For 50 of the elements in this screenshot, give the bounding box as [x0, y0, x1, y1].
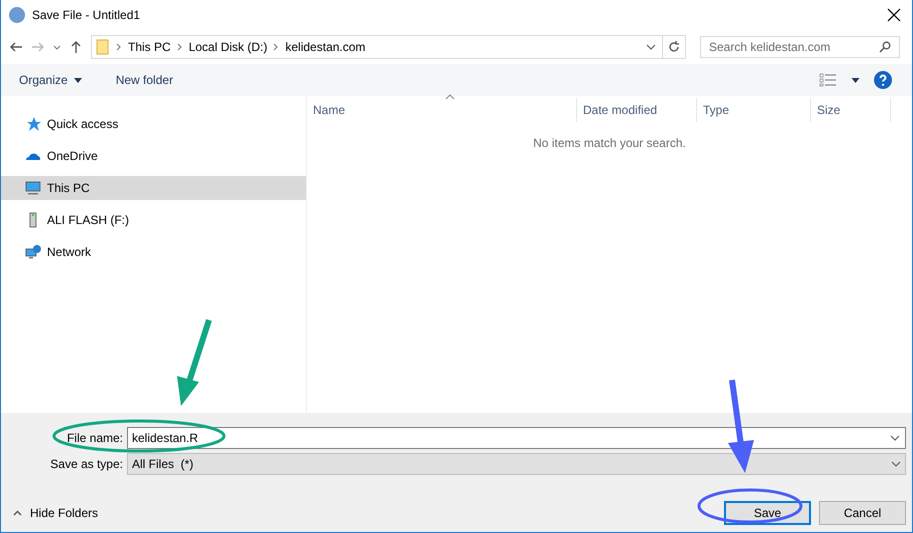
chevron-down-icon[interactable]	[646, 44, 656, 50]
folder-icon	[96, 39, 110, 55]
monitor-icon	[25, 180, 41, 196]
new-folder-button[interactable]: New folder	[106, 71, 184, 89]
sidebar-label: ALI FLASH (F:)	[47, 213, 130, 227]
hide-folders-button[interactable]: Hide Folders	[13, 506, 98, 520]
chevron-right-icon	[273, 43, 280, 51]
column-header[interactable]: Type	[697, 98, 811, 122]
cancel-button[interactable]: Cancel	[819, 501, 906, 525]
sidebar-label: Network	[47, 245, 92, 259]
chevron-down-icon	[891, 461, 901, 467]
chevron-right-icon	[176, 43, 183, 51]
window-title: Save File - Untitled1	[32, 8, 142, 22]
sidebar-item[interactable]: This PC	[1, 176, 306, 200]
sort-ascending-icon	[445, 94, 455, 100]
column-header[interactable]: Size	[811, 98, 891, 122]
app-logo-icon	[9, 7, 25, 23]
back-arrow-icon[interactable]	[9, 40, 23, 54]
column-header[interactable]: Date modified	[577, 98, 697, 122]
view-options-icon[interactable]	[819, 73, 837, 87]
chevron-down-icon[interactable]	[890, 435, 900, 441]
sidebar-label: OneDrive	[47, 149, 98, 163]
address-bar[interactable]: This PC Local Disk (D:) kelidestan.com	[91, 35, 686, 59]
search-icon	[879, 41, 891, 53]
sidebar-item[interactable]: Quick access	[1, 112, 306, 136]
column-header[interactable]: Name	[307, 98, 577, 122]
dropdown-arrow-icon	[74, 78, 82, 82]
breadcrumb[interactable]: Local Disk (D:)	[188, 40, 268, 54]
file-type-dropdown[interactable]: All Files (*)	[127, 453, 906, 475]
chevron-right-icon	[116, 43, 122, 51]
breadcrumb[interactable]: This PC	[128, 40, 171, 54]
star-icon	[25, 116, 41, 132]
sidebar-label: Quick access	[47, 117, 118, 131]
empty-message: No items match your search.	[532, 136, 687, 150]
dropdown-arrow-icon[interactable]	[851, 78, 860, 82]
sidebar-label: This PC	[47, 181, 90, 195]
help-icon[interactable]	[874, 71, 892, 89]
chevron-up-icon	[13, 510, 22, 516]
sidebar-item[interactable]: OneDrive	[1, 144, 306, 168]
network-icon	[25, 244, 41, 260]
file-name-field[interactable]: kelidestan.R	[127, 427, 906, 449]
breadcrumb[interactable]: kelidestan.com	[285, 40, 366, 54]
sidebar-item[interactable]: Network	[1, 240, 306, 264]
refresh-icon[interactable]	[668, 41, 680, 53]
field-label: Save as type:	[50, 457, 124, 471]
search-field[interactable]: Search kelidestan.com	[700, 36, 900, 58]
field-label: File name:	[66, 431, 124, 445]
up-arrow-icon[interactable]	[69, 40, 83, 54]
organize-menu[interactable]: Organize	[9, 71, 92, 89]
sidebar-item[interactable]: ALI FLASH (F:)	[1, 208, 306, 232]
